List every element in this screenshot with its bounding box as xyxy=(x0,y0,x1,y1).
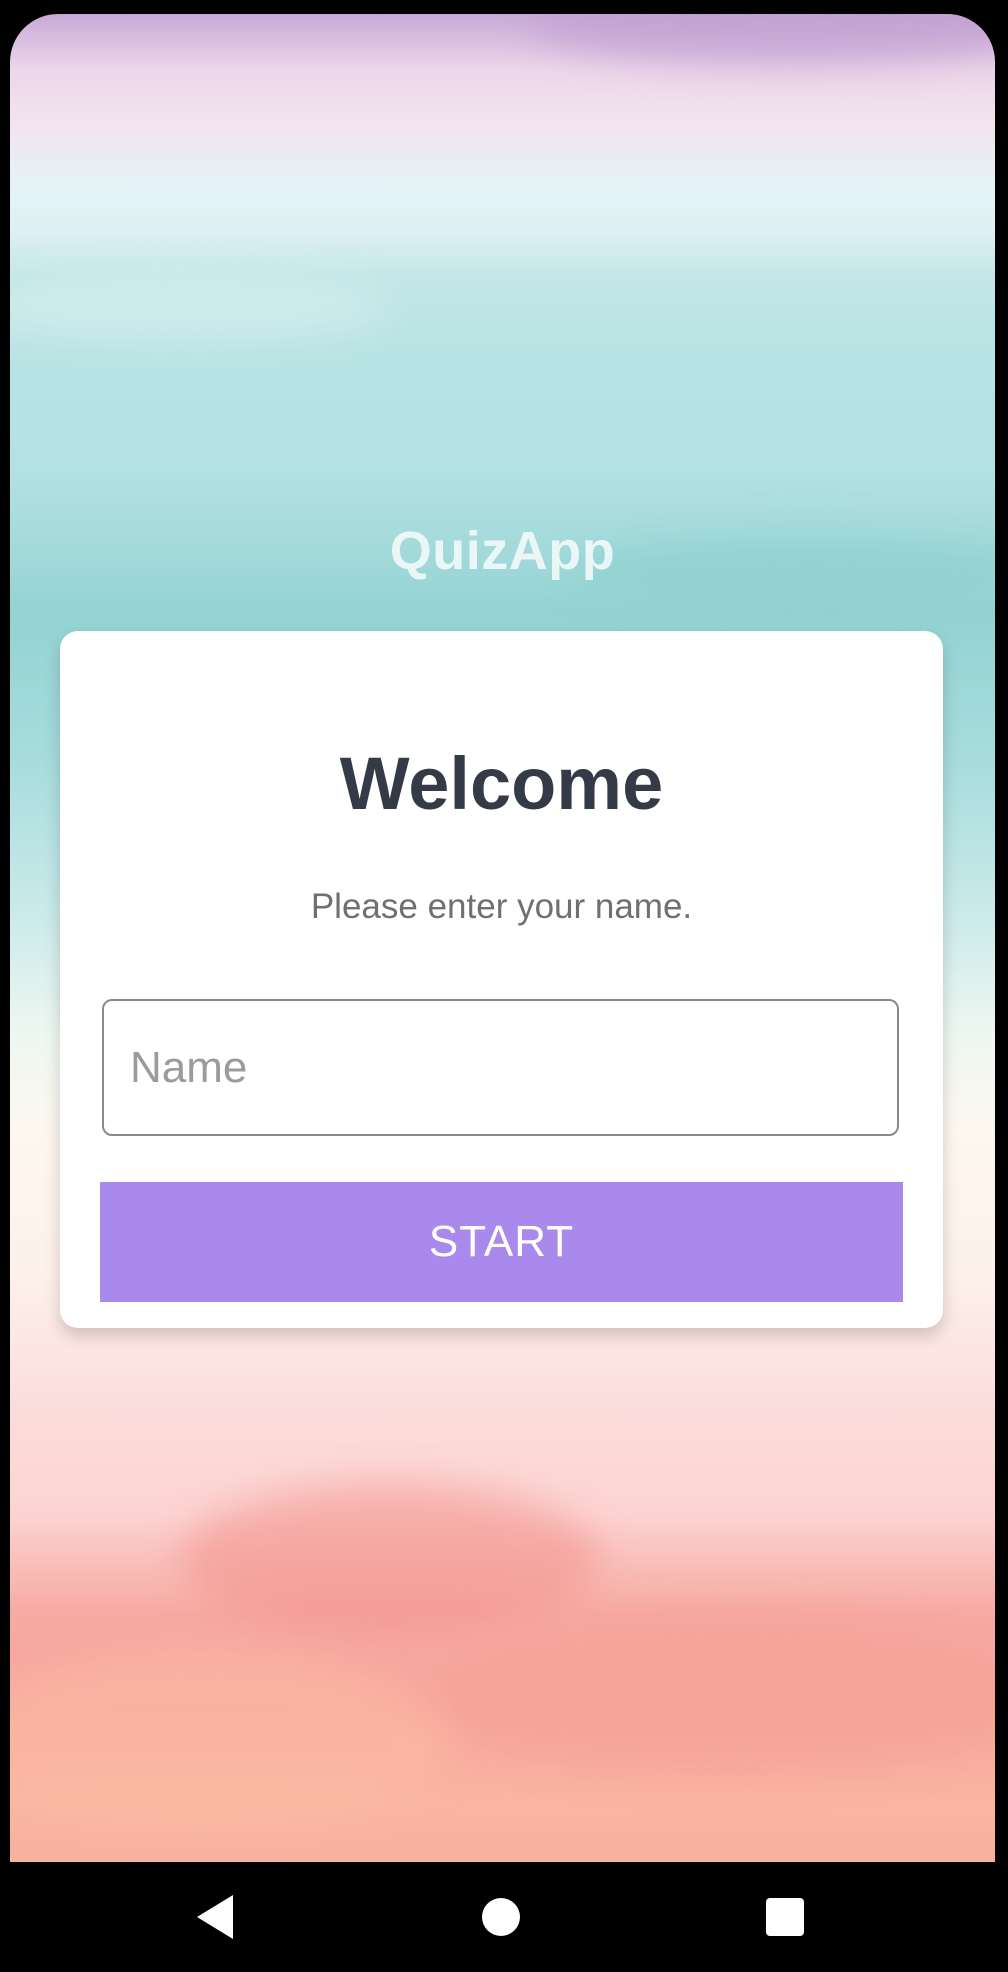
background-wash xyxy=(10,1654,450,1834)
app-screen: QuizApp Welcome Please enter your name. … xyxy=(10,14,995,1862)
home-circle-icon xyxy=(482,1898,520,1936)
welcome-heading: Welcome xyxy=(339,742,664,825)
back-button[interactable] xyxy=(160,1862,270,1972)
system-navigation-bar xyxy=(0,1862,1008,1972)
background-wash xyxy=(430,1614,995,1774)
background-wash xyxy=(10,274,390,344)
name-input[interactable] xyxy=(102,999,899,1136)
background-wash xyxy=(530,14,995,64)
name-prompt: Please enter your name. xyxy=(310,887,693,926)
back-triangle-icon xyxy=(197,1895,233,1939)
home-button[interactable] xyxy=(446,1862,556,1972)
app-title: QuizApp xyxy=(389,521,616,581)
recents-square-icon xyxy=(766,1898,804,1936)
recents-button[interactable] xyxy=(730,1862,840,1972)
background-wash xyxy=(180,1484,600,1634)
start-button[interactable]: START xyxy=(100,1182,903,1302)
device-frame: QuizApp Welcome Please enter your name. … xyxy=(0,0,1008,1972)
welcome-card: Welcome Please enter your name. START xyxy=(60,631,943,1328)
